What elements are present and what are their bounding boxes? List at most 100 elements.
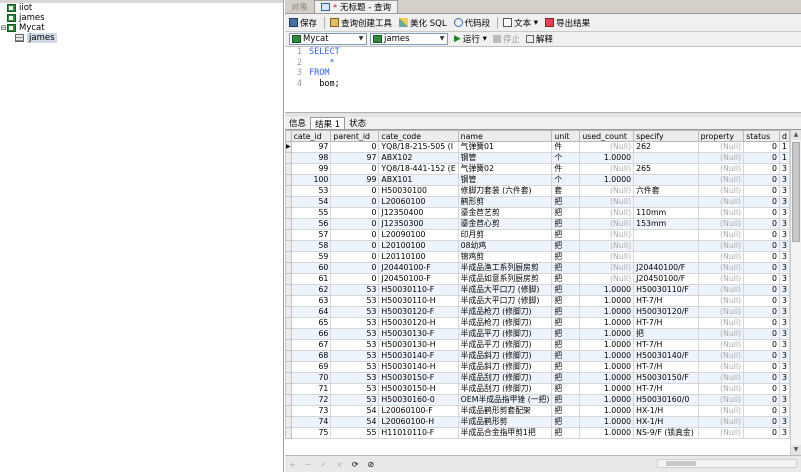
table-cell[interactable]: 70 <box>290 372 332 384</box>
table-cell[interactable]: 3 <box>778 383 790 395</box>
table-cell[interactable]: (Null) <box>697 295 745 307</box>
table-cell[interactable]: 半成品斜刀 (修脚刀) <box>457 361 553 373</box>
table-cell[interactable]: 55 <box>330 427 380 439</box>
table-cell[interactable]: 66 <box>290 328 332 340</box>
table-cell[interactable]: 3 <box>778 273 790 285</box>
table-cell[interactable]: L20060100 <box>378 196 459 208</box>
table-cell[interactable]: (Null) <box>697 317 745 329</box>
table-cell[interactable]: 个 <box>551 174 581 186</box>
table-row[interactable]: 65 53 H50030120-H 半成品枪刀 (修脚刀) 把 1.0000 HT-7/H(… <box>285 317 790 329</box>
table-cell[interactable]: 0 <box>743 427 780 439</box>
table-cell[interactable]: 3 <box>778 262 790 274</box>
table-cell[interactable]: 73 <box>290 405 332 417</box>
table-cell[interactable]: HT-7/H <box>633 295 699 307</box>
scroll-down-icon[interactable]: ▼ <box>791 445 801 455</box>
table-cell[interactable]: (Null) <box>697 416 745 428</box>
table-cell[interactable]: 印月剪 <box>457 229 553 241</box>
table-cell[interactable]: L20060100-H <box>378 416 459 428</box>
table-cell[interactable]: 锦鸡剪 <box>457 251 553 263</box>
table-cell[interactable]: 100 <box>290 174 332 186</box>
table-cell[interactable]: HT-7/H <box>633 361 699 373</box>
table-cell[interactable]: (Null) <box>579 163 635 175</box>
table-cell[interactable]: 把 <box>551 196 581 208</box>
table-cell[interactable]: 半成品枪刀 (修脚刀) <box>457 306 553 318</box>
table-row[interactable]: 75 55 H11010110-F 半成品合金指甲剪1把把 1.0000 NS-9/F (… <box>285 427 790 439</box>
table-cell[interactable]: 0 <box>330 163 380 175</box>
query-builder-button[interactable]: 查询创建工具 <box>330 17 392 29</box>
table-cell[interactable]: 110mm <box>633 207 699 219</box>
table-cell[interactable]: (Null) <box>697 427 745 439</box>
table-cell[interactable]: J20440100-F <box>378 262 459 274</box>
scroll-thumb[interactable] <box>792 142 800 242</box>
table-cell[interactable]: (Null) <box>697 339 745 351</box>
column-header[interactable]: parent_id <box>330 130 380 142</box>
table-cell[interactable]: 0 <box>743 207 780 219</box>
table-cell[interactable]: 1.0000 <box>579 372 635 384</box>
table-cell[interactable]: H11010110-F <box>378 427 459 439</box>
table-cell[interactable]: (Null) <box>697 240 745 252</box>
table-row[interactable]: 60 0 J20440100-F 半成品渔工系列厨房剪把 (Null) J20440100… <box>285 262 790 274</box>
table-cell[interactable]: 个 <box>551 152 581 164</box>
table-cell[interactable]: 53 <box>330 361 380 373</box>
table-cell[interactable]: 54 <box>330 405 380 417</box>
table-cell[interactable]: HT-7/H <box>633 339 699 351</box>
table-cell[interactable]: H50030140-F <box>378 350 459 362</box>
table-cell[interactable]: (Null) <box>697 350 745 362</box>
table-cell[interactable]: 3 <box>778 185 790 197</box>
table-cell[interactable]: L20100100 <box>378 240 459 252</box>
table-cell[interactable]: 1 <box>778 152 790 164</box>
table-cell[interactable]: 0 <box>743 372 780 384</box>
table-cell[interactable]: 53 <box>330 383 380 395</box>
horizontal-scrollbar[interactable] <box>657 459 797 468</box>
table-cell[interactable]: 99 <box>290 163 332 175</box>
result-grid[interactable]: cate_id parent_id cate_code name unit used_co… <box>285 130 790 455</box>
table-cell[interactable]: 钢管 <box>457 152 553 164</box>
table-cell[interactable] <box>633 229 699 241</box>
table-cell[interactable]: 0 <box>330 185 380 197</box>
result-tab[interactable]: 状态 <box>345 117 370 129</box>
column-header[interactable]: status <box>743 130 780 142</box>
table-row[interactable]: 59 0 L20110100 锦鸡剪把 (Null) (Null) 0 3 <box>285 251 790 263</box>
table-cell[interactable]: 0 <box>743 361 780 373</box>
table-cell[interactable]: 把 <box>551 394 581 406</box>
table-cell[interactable]: 把 <box>551 251 581 263</box>
table-cell[interactable]: 1.0000 <box>579 427 635 439</box>
table-cell[interactable]: (Null) <box>697 262 745 274</box>
table-cell[interactable]: 53 <box>330 328 380 340</box>
table-cell[interactable]: 53 <box>290 185 332 197</box>
table-cell[interactable]: (Null) <box>697 284 745 296</box>
table-cell[interactable]: 0 <box>330 262 380 274</box>
table-cell[interactable]: H50030130-H <box>378 339 459 351</box>
table-cell[interactable]: 68 <box>290 350 332 362</box>
column-header[interactable]: used_count <box>579 130 635 142</box>
table-cell[interactable]: 半成品平刀 (修脚刀) <box>457 339 553 351</box>
table-cell[interactable]: 把 <box>551 218 581 230</box>
table-row[interactable]: 53 0 H50030100 修脚刀套装 (六件套) 套 (Null) 六件套 (Null) 0… <box>285 185 790 197</box>
table-cell[interactable]: 74 <box>290 416 332 428</box>
table-cell[interactable]: ABX101 <box>378 174 459 186</box>
table-cell[interactable]: 75 <box>290 427 332 439</box>
table-cell[interactable]: 3 <box>778 427 790 439</box>
table-cell[interactable]: H50030150-F <box>378 372 459 384</box>
table-cell[interactable]: NS-9/F (锁真金) <box>633 427 699 439</box>
table-cell[interactable]: H50030160/0 <box>633 394 699 406</box>
table-cell[interactable]: 0 <box>743 240 780 252</box>
table-cell[interactable]: HX-1/H <box>633 405 699 417</box>
table-cell[interactable]: 1.0000 <box>579 416 635 428</box>
record-nav-button[interactable]: ⊘ <box>368 460 375 469</box>
table-cell[interactable]: 0 <box>743 229 780 241</box>
explain-button[interactable]: 解释 <box>525 33 553 45</box>
table-cell[interactable]: 97 <box>290 141 332 153</box>
hscroll-thumb[interactable] <box>666 461 696 466</box>
table-cell[interactable]: YQ8/18-441-152 (E <box>378 163 459 175</box>
table-cell[interactable]: OEM半成品指甲锉 (一把) <box>457 394 553 406</box>
table-cell[interactable]: 99 <box>330 174 380 186</box>
table-cell[interactable]: H50030140/F <box>633 350 699 362</box>
table-cell[interactable]: 把 <box>551 416 581 428</box>
table-cell[interactable]: 72 <box>290 394 332 406</box>
table-cell[interactable]: 3 <box>778 306 790 318</box>
table-cell[interactable]: 半成品斜刀 (修脚刀) <box>457 350 553 362</box>
table-cell[interactable]: 把 <box>551 427 581 439</box>
table-cell[interactable]: 0 <box>743 383 780 395</box>
table-cell[interactable]: 1.0000 <box>579 361 635 373</box>
